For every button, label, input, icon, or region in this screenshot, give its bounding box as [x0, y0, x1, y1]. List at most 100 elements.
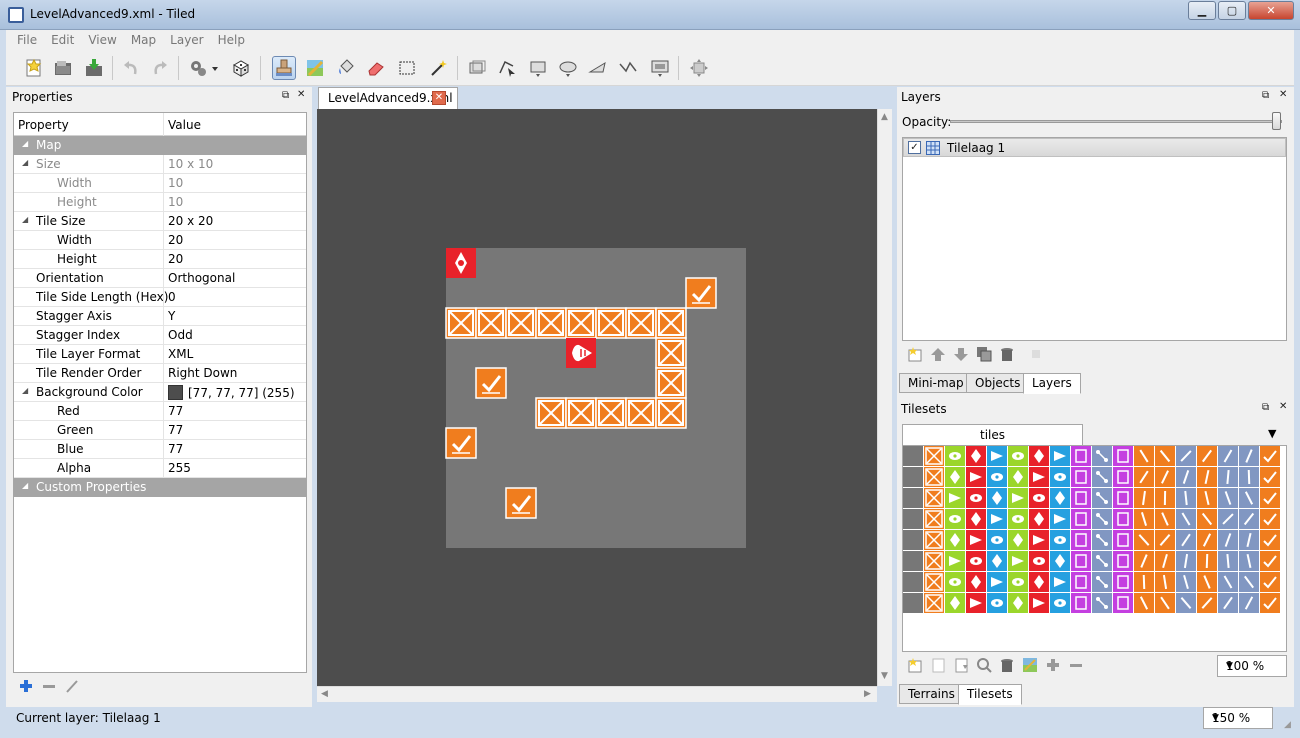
property-value[interactable]: 0 [168, 290, 176, 304]
property-value[interactable]: 20 x 20 [168, 214, 213, 228]
tileset-tile[interactable] [966, 593, 986, 613]
tileset-tile[interactable] [1260, 551, 1280, 571]
tileset-tile[interactable] [1050, 572, 1070, 592]
tileset-tile[interactable] [903, 593, 923, 613]
tileset-tile[interactable] [1029, 572, 1049, 592]
tileset-tile[interactable] [903, 467, 923, 487]
tileset-tile[interactable] [1029, 446, 1049, 466]
tileset-tile[interactable] [903, 509, 923, 529]
map-tile-crate[interactable] [565, 307, 597, 339]
tileset-tile[interactable] [987, 572, 1007, 592]
property-value[interactable]: 77 [168, 404, 183, 418]
tileset-tile[interactable] [1155, 467, 1175, 487]
tileset-tile[interactable] [1050, 446, 1070, 466]
tileset-tile[interactable] [1008, 530, 1028, 550]
redo-icon[interactable] [148, 56, 172, 80]
tileset-tile[interactable] [1113, 509, 1133, 529]
tileset-tile[interactable] [1218, 572, 1238, 592]
map-tile-crate[interactable] [535, 397, 567, 429]
property-value[interactable]: 10 x 10 [168, 157, 213, 171]
tileset-tile[interactable] [1050, 509, 1070, 529]
tileset-tile[interactable] [1029, 488, 1049, 508]
property-row[interactable]: Stagger Axis Y [14, 307, 306, 326]
property-row[interactable]: ◢ Map [14, 136, 306, 155]
tileset-tile[interactable] [987, 530, 1007, 550]
tileset-tile[interactable] [1218, 467, 1238, 487]
tileset-tile[interactable] [1008, 593, 1028, 613]
tileset-tile[interactable] [1113, 593, 1133, 613]
menu-layer[interactable]: Layer [163, 33, 210, 47]
new-tileset-icon[interactable] [907, 657, 923, 673]
property-row[interactable]: Red 77 [14, 402, 306, 421]
property-row[interactable]: Width 10 [14, 174, 306, 193]
eraser-icon[interactable] [364, 56, 388, 80]
property-row[interactable]: Orientation Orthogonal [14, 269, 306, 288]
tileset-tile[interactable] [1197, 509, 1217, 529]
tileset-tile[interactable] [1029, 593, 1049, 613]
insert-polyline-icon[interactable] [616, 56, 640, 80]
expand-arrow-icon[interactable]: ◢ [22, 215, 28, 224]
tileset-tile[interactable] [1029, 551, 1049, 571]
tileset-tile[interactable] [1050, 551, 1070, 571]
map-tile-crate[interactable] [625, 397, 657, 429]
tileset-tile[interactable] [1260, 509, 1280, 529]
tileset-tab-tiles[interactable]: tiles [902, 424, 1083, 446]
property-row[interactable]: Green 77 [14, 421, 306, 440]
new-icon[interactable] [22, 56, 46, 80]
menu-help[interactable]: Help [211, 33, 252, 47]
tileset-tile[interactable] [1134, 467, 1154, 487]
tileset-tile[interactable] [1176, 572, 1196, 592]
stamp-brush-icon[interactable] [272, 56, 296, 80]
map-tile-check[interactable] [505, 487, 537, 519]
remove-property-icon[interactable] [41, 678, 57, 694]
color-swatch[interactable] [168, 385, 183, 400]
tileset-tile[interactable] [1218, 446, 1238, 466]
tileset-tile[interactable] [924, 530, 944, 550]
tileset-tile[interactable] [987, 593, 1007, 613]
property-value[interactable]: Orthogonal [168, 271, 235, 285]
tileset-tile[interactable] [1092, 509, 1112, 529]
layer-row[interactable]: ✓ Tilelaag 1 [903, 138, 1286, 157]
tileset-tile[interactable] [945, 530, 965, 550]
add-property-icon[interactable] [18, 678, 34, 694]
tileset-tile[interactable] [1218, 488, 1238, 508]
tilesets-close-icon[interactable]: ✕ [1279, 401, 1287, 412]
tileset-tile[interactable] [966, 488, 986, 508]
tileset-tile[interactable] [945, 551, 965, 571]
tileset-tile[interactable] [924, 467, 944, 487]
tileset-tile[interactable] [1134, 488, 1154, 508]
tileset-tile[interactable] [966, 551, 986, 571]
map-tile-crate[interactable] [655, 307, 687, 339]
tileset-tile[interactable] [903, 551, 923, 571]
undock-icon[interactable]: ⧉ [282, 90, 289, 101]
close-button[interactable]: ✕ [1248, 1, 1294, 20]
property-row[interactable]: ◢ Tile Size 20 x 20 [14, 212, 306, 231]
tileset-tile[interactable] [1260, 446, 1280, 466]
tileset-tile[interactable] [1239, 509, 1259, 529]
tileset-tile[interactable] [1260, 467, 1280, 487]
tileset-tile[interactable] [1113, 551, 1133, 571]
tileset-tile[interactable] [924, 509, 944, 529]
tileset-tile[interactable] [1155, 446, 1175, 466]
map-tile-crate[interactable] [595, 397, 627, 429]
tileset-tile[interactable] [1176, 509, 1196, 529]
tileset-tile[interactable] [1113, 467, 1133, 487]
tileset-tile[interactable] [945, 572, 965, 592]
tileset-tile[interactable] [1071, 593, 1091, 613]
expand-arrow-icon[interactable]: ◢ [22, 139, 28, 148]
property-value[interactable]: Y [168, 309, 175, 323]
tileset-tile[interactable] [1176, 551, 1196, 571]
tileset-tile[interactable] [1260, 530, 1280, 550]
property-value[interactable]: 10 [168, 195, 183, 209]
select-objects-icon[interactable] [465, 56, 489, 80]
tileset-tile[interactable] [945, 509, 965, 529]
tileset-tile[interactable] [1176, 488, 1196, 508]
duplicate-layer-icon[interactable] [976, 346, 992, 362]
delete-layer-icon[interactable] [999, 346, 1015, 362]
map-horizontal-scrollbar[interactable]: ◀ ▶ [317, 686, 877, 702]
property-value[interactable]: 10 [168, 176, 183, 190]
property-value[interactable]: Right Down [168, 366, 237, 380]
tileset-tile[interactable] [1260, 572, 1280, 592]
tileset-tile[interactable] [1155, 593, 1175, 613]
tileset-menu-icon[interactable]: ▼ [1268, 427, 1276, 440]
